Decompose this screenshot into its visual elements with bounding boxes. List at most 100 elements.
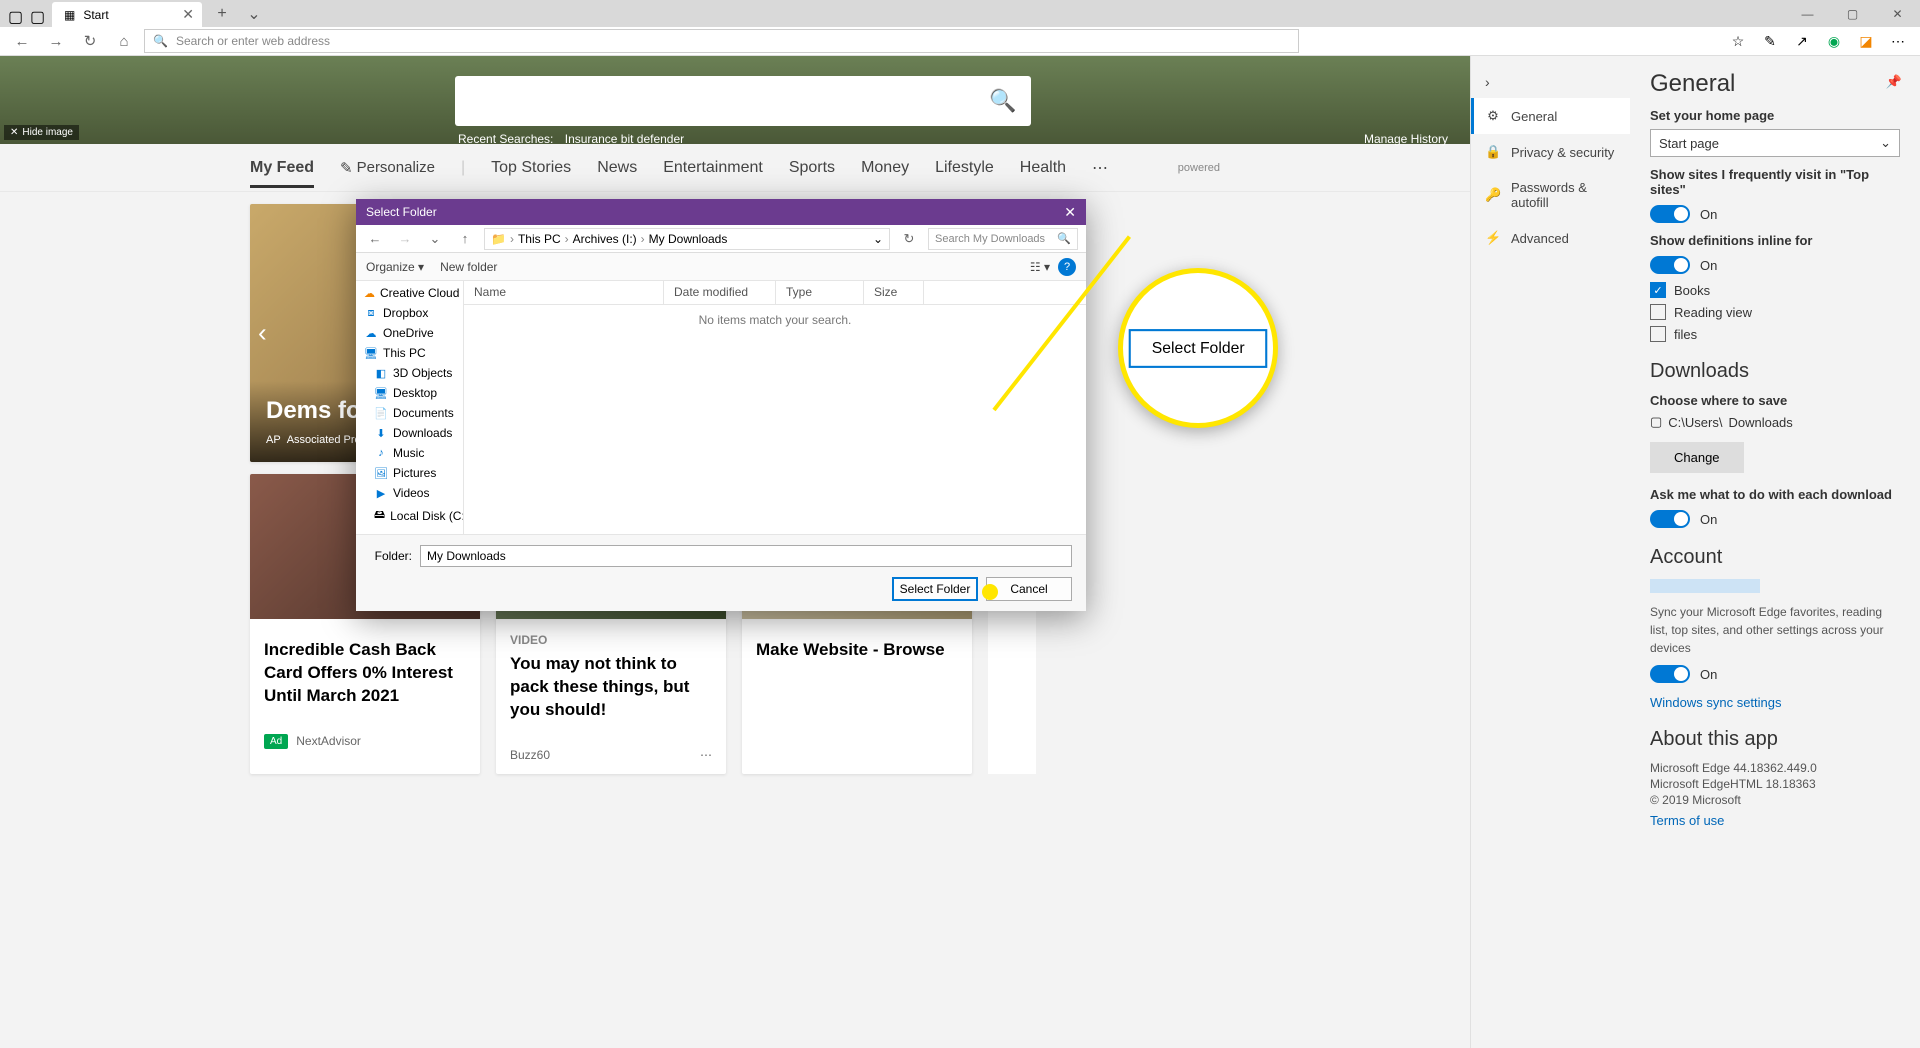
books-checkbox[interactable]: ✓ <box>1650 282 1666 298</box>
address-placeholder: Search or enter web address <box>176 34 330 48</box>
dialog-refresh-button[interactable]: ↻ <box>898 231 920 247</box>
tree-item[interactable]: 📄Documents <box>356 403 463 423</box>
tab-aside-icon[interactable]: ▢ <box>30 7 44 21</box>
settings-item-passwords[interactable]: 🔑 Passwords & autofill <box>1471 170 1630 220</box>
forward-button[interactable]: → <box>42 27 70 55</box>
select-folder-button[interactable]: Select Folder <box>892 577 978 601</box>
sync-settings-link[interactable]: Windows sync settings <box>1650 695 1782 710</box>
address-bar[interactable]: 🔍 Search or enter web address <box>144 29 1299 53</box>
dialog-recent-button[interactable]: ⌄ <box>424 231 446 247</box>
back-button[interactable]: ← <box>8 27 36 55</box>
col-date[interactable]: Date modified <box>664 281 776 304</box>
definitions-toggle[interactable] <box>1650 256 1690 274</box>
sync-toggle[interactable] <box>1650 665 1690 683</box>
tree-item[interactable]: ☁Creative Cloud Fil <box>356 283 463 303</box>
tree-item[interactable]: ⧈Dropbox <box>356 303 463 323</box>
carousel-prev-icon[interactable]: ‹ <box>258 318 267 349</box>
tab-money[interactable]: Money <box>861 159 909 177</box>
close-window-button[interactable]: ✕ <box>1875 0 1920 27</box>
homepage-label: Set your home page <box>1650 108 1900 123</box>
ask-download-toggle[interactable] <box>1650 510 1690 528</box>
settings-item-privacy[interactable]: 🔒 Privacy & security <box>1471 134 1630 170</box>
tab-news[interactable]: News <box>597 159 637 177</box>
dialog-titlebar[interactable]: Select Folder ✕ <box>356 199 1086 225</box>
new-tab-button[interactable]: + <box>210 5 234 23</box>
ask-download-label: Ask me what to do with each download <box>1650 487 1900 502</box>
folder-input-label: Folder: <box>370 549 412 563</box>
extension-icon-1[interactable]: ◉ <box>1820 27 1848 55</box>
tree-item[interactable]: ☁OneDrive <box>356 323 463 343</box>
extension-icon-2[interactable]: ◪ <box>1852 27 1880 55</box>
downloads-heading: Downloads <box>1650 360 1900 383</box>
col-type[interactable]: Type <box>776 281 864 304</box>
tree-item[interactable]: ⬇Downloads <box>356 423 463 443</box>
personalize-button[interactable]: ✎ Personalize <box>340 159 435 177</box>
dialog-search-box[interactable]: Search My Downloads 🔍 <box>928 228 1078 250</box>
pencil-icon: ✎ <box>340 159 353 177</box>
terms-link[interactable]: Terms of use <box>1650 813 1724 828</box>
tab-my-feed[interactable]: My Feed <box>250 159 314 188</box>
search-submit-icon[interactable]: 🔍 <box>987 85 1019 117</box>
tab-preview-icon[interactable]: ▢ <box>8 7 22 21</box>
hide-image-button[interactable]: ✕ Hide image <box>4 125 79 140</box>
new-folder-button[interactable]: New folder <box>440 260 497 274</box>
dialog-back-button[interactable]: ← <box>364 231 386 246</box>
tree-item[interactable]: ▶Videos <box>356 483 463 503</box>
tree-item[interactable]: 🖥This PC <box>356 343 463 363</box>
tab-sports[interactable]: Sports <box>789 159 835 177</box>
dialog-folder-tree[interactable]: ☁Creative Cloud Fil ⧈Dropbox ☁OneDrive 🖥… <box>356 281 464 534</box>
more-tabs-icon[interactable]: ⋯ <box>1092 158 1108 178</box>
tab-chevron-icon[interactable]: ⌄ <box>242 4 266 24</box>
settings-item-advanced[interactable]: ⚡ Advanced <box>1471 220 1630 256</box>
view-mode-button[interactable]: ☷ ▾ <box>1030 260 1050 274</box>
tab-top-stories[interactable]: Top Stories <box>491 159 571 177</box>
window-titlebar: ▢ ▢ ▦ Start ✕ + ⌄ — ▢ ✕ <box>0 0 1920 27</box>
home-button[interactable]: ⌂ <box>110 27 138 55</box>
tree-item[interactable]: 🖼Pictures <box>356 463 463 483</box>
dialog-close-icon[interactable]: ✕ <box>1064 204 1076 221</box>
col-size[interactable]: Size <box>864 281 924 304</box>
help-icon[interactable]: ? <box>1058 258 1076 276</box>
empty-folder-message: No items match your search. <box>464 305 1086 534</box>
pin-icon[interactable]: 📌 <box>1886 74 1902 90</box>
chevron-down-icon[interactable]: ⌄ <box>873 232 883 246</box>
collapse-settings-icon[interactable]: › <box>1471 66 1630 98</box>
cancel-button[interactable]: Cancel <box>986 577 1072 601</box>
file-list-header[interactable]: Name Date modified Type Size <box>464 281 1086 305</box>
recent-search-link[interactable]: Insurance bit defender <box>565 132 684 146</box>
topsites-toggle[interactable] <box>1650 205 1690 223</box>
tab-entertainment[interactable]: Entertainment <box>663 159 763 177</box>
notes-icon[interactable]: ✎ <box>1756 27 1784 55</box>
tree-item[interactable]: ◧3D Objects <box>356 363 463 383</box>
dialog-up-button[interactable]: ↑ <box>454 231 476 246</box>
share-icon[interactable]: ↗ <box>1788 27 1816 55</box>
organize-button[interactable]: Organize ▾ <box>366 260 424 274</box>
reading-checkbox[interactable] <box>1650 304 1666 320</box>
web-search-box[interactable]: 🔍 <box>455 76 1031 126</box>
search-input[interactable] <box>467 93 987 109</box>
settings-item-general[interactable]: ⚙ General <box>1471 98 1630 134</box>
tab-health[interactable]: Health <box>1020 159 1066 177</box>
homepage-dropdown[interactable]: Start page ⌄ <box>1650 129 1900 157</box>
tab-lifestyle[interactable]: Lifestyle <box>935 159 994 177</box>
card-more-icon[interactable]: ⋯ <box>700 748 712 762</box>
dialog-forward-button[interactable]: → <box>394 231 416 246</box>
files-checkbox[interactable] <box>1650 326 1666 342</box>
folder-icon: ▢ <box>1650 414 1662 430</box>
folder-name-input[interactable] <box>420 545 1072 567</box>
browser-tab[interactable]: ▦ Start ✕ <box>52 2 202 27</box>
favorites-icon[interactable]: ☆ <box>1724 27 1752 55</box>
maximize-button[interactable]: ▢ <box>1830 0 1875 27</box>
manage-history-link[interactable]: Manage History <box>1364 132 1448 146</box>
change-button[interactable]: Change <box>1650 442 1744 473</box>
close-tab-icon[interactable]: ✕ <box>182 6 194 23</box>
refresh-button[interactable]: ↻ <box>76 27 104 55</box>
tree-item[interactable]: 🖴Local Disk (C:) <box>356 503 463 528</box>
dialog-breadcrumb[interactable]: 📁 › This PC › Archives (I:) › My Downloa… <box>484 228 890 250</box>
more-menu-icon[interactable]: ⋯ <box>1884 27 1912 55</box>
about-copyright: © 2019 Microsoft <box>1650 793 1900 807</box>
minimize-button[interactable]: — <box>1785 0 1830 27</box>
tree-item[interactable]: ♪Music <box>356 443 463 463</box>
col-name[interactable]: Name <box>464 281 664 304</box>
tree-item[interactable]: 🖥Desktop <box>356 383 463 403</box>
